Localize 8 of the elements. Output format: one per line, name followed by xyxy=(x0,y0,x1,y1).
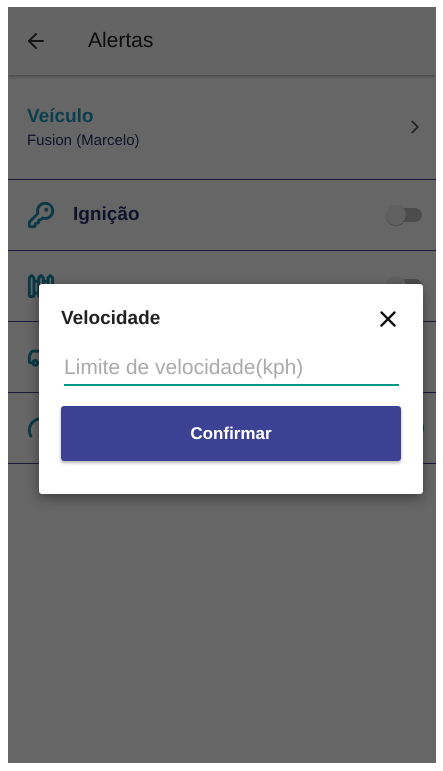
alert-label: Ignição xyxy=(73,204,141,226)
app-bar-title: Alertas xyxy=(88,29,154,53)
key-icon xyxy=(27,201,55,229)
vehicle-name: Fusion (Marcelo) xyxy=(27,132,140,148)
confirm-button[interactable]: Confirmar xyxy=(61,406,401,461)
dialog-title: Velocidade xyxy=(61,308,160,330)
toggle-switch[interactable] xyxy=(386,205,424,225)
vehicle-label: Veículo xyxy=(27,106,95,128)
